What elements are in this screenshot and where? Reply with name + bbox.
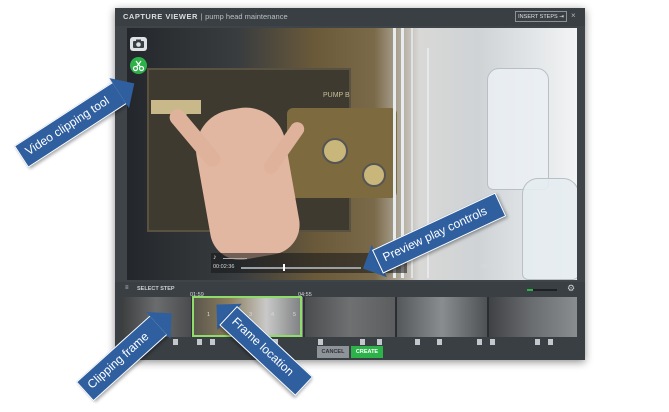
step-marker[interactable]: [535, 339, 540, 345]
frame-thumbnail[interactable]: [397, 297, 487, 337]
clipping-frame-callout: Clipping frame: [76, 299, 184, 402]
step-marker[interactable]: [477, 339, 482, 345]
window-title: CAPTURE VIEWER | pump head maintenance: [123, 12, 288, 21]
close-icon[interactable]: ×: [571, 11, 576, 20]
list-icon: ≡: [125, 285, 129, 291]
step-marker[interactable]: [197, 339, 202, 345]
reservoir-bottle: [487, 68, 549, 190]
title-bar: CAPTURE VIEWER | pump head maintenance I…: [115, 8, 585, 26]
step-marker[interactable]: [490, 339, 495, 345]
step-marker[interactable]: [377, 339, 382, 345]
scissors-icon[interactable]: [130, 57, 147, 74]
timeline-panel: ≡ SELECT STEP ⚙ 01:59 04:55 1 2 3 4 5: [115, 282, 585, 360]
step-marker[interactable]: [360, 339, 365, 345]
callout-label: Video clipping tool: [14, 81, 128, 168]
preview-play-controls-callout: Preview play controls: [355, 192, 507, 285]
video-preview[interactable]: PUMP B ♪ 00:02:36 00:12:53: [127, 28, 577, 280]
frame-location-callout: Frame location: [204, 291, 314, 396]
app-title: CAPTURE VIEWER: [123, 12, 198, 21]
capture-viewer-window: CAPTURE VIEWER | pump head maintenance I…: [115, 8, 585, 360]
step-marker[interactable]: [173, 339, 178, 345]
step-marker[interactable]: [548, 339, 553, 345]
frame-thumbnail[interactable]: [489, 297, 577, 337]
frame-thumbnail[interactable]: [305, 297, 395, 337]
step-marker[interactable]: [210, 339, 215, 345]
step-marker[interactable]: [415, 339, 420, 345]
zoom-fill: [527, 289, 533, 291]
cancel-button[interactable]: CANCEL: [317, 346, 349, 358]
current-time: 00:02:36: [213, 264, 235, 270]
capture-subtitle: pump head maintenance: [205, 12, 288, 21]
seek-handle[interactable]: [283, 264, 285, 271]
seek-bar[interactable]: [241, 267, 361, 269]
total-time: 00:12:53: [481, 264, 503, 270]
video-clipping-tool-callout: Video clipping tool: [14, 68, 145, 168]
select-step-label: SELECT STEP: [137, 286, 175, 292]
volume-slider[interactable]: [223, 258, 247, 259]
title-separator: |: [200, 12, 203, 21]
create-button[interactable]: CREATE: [351, 346, 383, 358]
volume-icon[interactable]: ♪: [213, 254, 217, 261]
pump-fitting: [322, 138, 348, 164]
filmstrip[interactable]: 1 2 3 4 5: [121, 297, 577, 337]
zoom-slider[interactable]: [527, 289, 557, 291]
insert-steps-button[interactable]: INSERT STEPS ⇥: [515, 11, 567, 22]
reservoir-bottle: [522, 178, 577, 280]
pump-fitting: [362, 163, 386, 187]
insert-icon: ⇥: [559, 14, 564, 20]
gear-icon[interactable]: ⚙: [567, 283, 575, 294]
pump-label: PUMP B: [323, 92, 350, 99]
insert-steps-label: INSERT STEPS: [518, 14, 558, 20]
camera-icon[interactable]: [130, 37, 147, 51]
step-marker[interactable]: [318, 339, 323, 345]
step-marker[interactable]: [437, 339, 442, 345]
